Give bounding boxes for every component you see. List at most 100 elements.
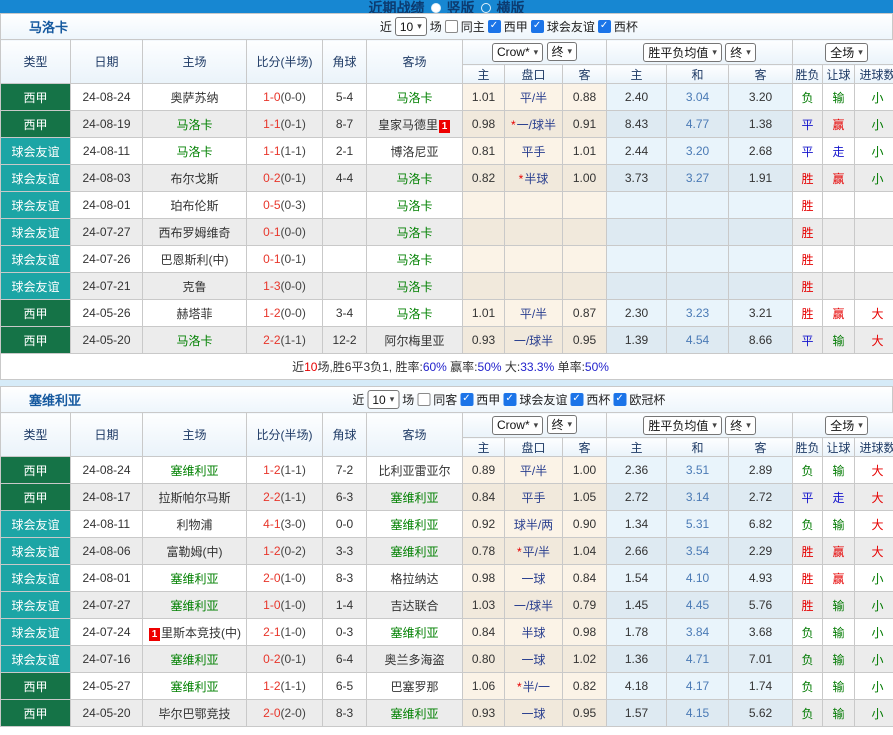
score-cell[interactable]: 1-1(0-1) xyxy=(247,111,323,138)
team-link[interactable]: 吉达联合 xyxy=(390,599,438,613)
team-link[interactable]: 马洛卡 xyxy=(176,145,212,159)
same-venue-checkbox[interactable] xyxy=(417,393,430,406)
team-link[interactable]: 皇家马德里 xyxy=(378,118,438,132)
layout-radio-vertical-icon[interactable] xyxy=(431,3,441,13)
team-link[interactable]: 塞维利亚 xyxy=(390,545,438,559)
team-link[interactable]: 塞维利亚 xyxy=(390,707,438,721)
team-link[interactable]: 马洛卡 xyxy=(176,118,212,132)
score-cell[interactable]: 0-5(0-3) xyxy=(247,192,323,219)
col-header-avg-home: 主 xyxy=(607,438,667,457)
league-checkbox[interactable] xyxy=(488,20,501,33)
team-link[interactable]: 赫塔菲 xyxy=(176,307,212,321)
score-cell[interactable]: 1-2(1-1) xyxy=(247,673,323,700)
score-cell[interactable]: 2-2(1-1) xyxy=(247,484,323,511)
score-cell[interactable]: 1-2(1-1) xyxy=(247,457,323,484)
team-link[interactable]: 巴塞罗那 xyxy=(390,680,438,694)
team-link[interactable]: 西布罗姆维奇 xyxy=(158,226,230,240)
team-link[interactable]: 博洛尼亚 xyxy=(390,145,438,159)
score-cell[interactable]: 1-0(1-0) xyxy=(247,592,323,619)
score-cell[interactable]: 1-1(1-1) xyxy=(247,138,323,165)
vertical-layout-label[interactable]: 竖版 xyxy=(447,0,475,13)
avg-odds-select[interactable]: 胜平负均值▾ xyxy=(643,43,722,62)
team-link[interactable]: 里斯本竞技(中) xyxy=(161,626,241,640)
team-link[interactable]: 塞维利亚 xyxy=(390,491,438,505)
score-cell[interactable]: 1-2(0-0) xyxy=(247,300,323,327)
team-link[interactable]: 克鲁 xyxy=(182,280,206,294)
away-odds-cell: 0.88 xyxy=(563,84,607,111)
avg-odds-select[interactable]: 胜平负均值▾ xyxy=(643,416,722,435)
handicap-value: 平手 xyxy=(521,491,545,505)
team-link[interactable]: 马洛卡 xyxy=(396,253,432,267)
league-checkbox[interactable] xyxy=(613,393,626,406)
score-cell[interactable]: 1-0(0-0) xyxy=(247,84,323,111)
score-cell[interactable]: 2-0(2-0) xyxy=(247,700,323,727)
team-link[interactable]: 巴恩斯利(中) xyxy=(161,253,229,267)
team-link[interactable]: 马洛卡 xyxy=(396,91,432,105)
topbar-title[interactable]: 近期战绩 xyxy=(369,0,425,13)
result-cell: 平 xyxy=(793,138,823,165)
league-checkbox[interactable] xyxy=(598,20,611,33)
avg-away-cell: 8.66 xyxy=(729,327,793,354)
team-link[interactable]: 塞维利亚 xyxy=(170,680,218,694)
team-link[interactable]: 奥兰多海盗 xyxy=(384,653,444,667)
team-link[interactable]: 格拉纳达 xyxy=(390,572,438,586)
score-cell[interactable]: 2-1(1-0) xyxy=(247,619,323,646)
team-link[interactable]: 塞维利亚 xyxy=(170,464,218,478)
odds-final-select[interactable]: 终▾ xyxy=(547,42,578,61)
team-link[interactable]: 塞维利亚 xyxy=(390,518,438,532)
fulltime-score: 2-0 xyxy=(263,706,280,720)
layout-radio-horizontal-icon[interactable] xyxy=(481,3,491,13)
team-link[interactable]: 马洛卡 xyxy=(396,172,432,186)
scope-select[interactable]: 全场▾ xyxy=(825,43,868,62)
result-cell: 胜 xyxy=(793,192,823,219)
odds-source-select[interactable]: Crow*▾ xyxy=(492,416,543,435)
team-section-sevilla: 塞维利亚 近 10 ▾ 场 同客 西甲球会友谊西杯欧冠杯 xyxy=(0,386,893,727)
league-checkbox[interactable] xyxy=(503,393,516,406)
result-value: 负 xyxy=(802,626,814,640)
score-cell[interactable]: 2-0(1-0) xyxy=(247,565,323,592)
team-link[interactable]: 塞维利亚 xyxy=(170,599,218,613)
team-link[interactable]: 马洛卡 xyxy=(176,334,212,348)
score-cell[interactable]: 0-2(0-1) xyxy=(247,165,323,192)
handicap-result-value: 走 xyxy=(833,145,845,159)
avg-final-select[interactable]: 终▾ xyxy=(725,416,756,435)
team-link[interactable]: 奥萨苏纳 xyxy=(170,91,218,105)
score-cell[interactable]: 4-1(3-0) xyxy=(247,511,323,538)
team-link[interactable]: 塞维利亚 xyxy=(170,653,218,667)
team-link[interactable]: 富勒姆(中) xyxy=(167,545,223,559)
match-count-select[interactable]: 10 ▾ xyxy=(367,390,399,409)
match-type-cell: 西甲 xyxy=(1,111,71,138)
score-cell[interactable]: 0-2(0-1) xyxy=(247,646,323,673)
team-link[interactable]: 马洛卡 xyxy=(396,280,432,294)
team-link[interactable]: 比利亚雷亚尔 xyxy=(378,464,450,478)
odds-source-select[interactable]: Crow*▾ xyxy=(492,43,543,62)
avg-final-select[interactable]: 终▾ xyxy=(725,43,756,62)
team-link[interactable]: 塞维利亚 xyxy=(170,572,218,586)
team-link[interactable]: 利物浦 xyxy=(176,518,212,532)
same-venue-checkbox[interactable] xyxy=(445,20,458,33)
score-cell[interactable]: 0-1(0-1) xyxy=(247,246,323,273)
team-link[interactable]: 拉斯帕尔马斯 xyxy=(158,491,230,505)
team-link[interactable]: 珀布伦斯 xyxy=(170,199,218,213)
league-checkbox[interactable] xyxy=(531,20,544,33)
score-cell[interactable]: 0-1(0-0) xyxy=(247,219,323,246)
team-link[interactable]: 布尔戈斯 xyxy=(170,172,218,186)
score-cell[interactable]: 1-2(0-2) xyxy=(247,538,323,565)
team-link[interactable]: 马洛卡 xyxy=(396,199,432,213)
league-checkbox[interactable] xyxy=(570,393,583,406)
result-value: 胜 xyxy=(802,545,814,559)
team-link[interactable]: 阿尔梅里亚 xyxy=(384,334,444,348)
handicap-value: 平/半 xyxy=(520,307,547,321)
team-link[interactable]: 毕尔巴鄂竞技 xyxy=(158,707,230,721)
score-cell[interactable]: 1-3(0-0) xyxy=(247,273,323,300)
scope-select[interactable]: 全场▾ xyxy=(825,416,868,435)
odds-final-select[interactable]: 终▾ xyxy=(547,415,578,434)
team-link[interactable]: 马洛卡 xyxy=(396,226,432,240)
horizontal-layout-label[interactable]: 横版 xyxy=(497,0,525,13)
team-link[interactable]: 马洛卡 xyxy=(396,307,432,321)
league-checkbox[interactable] xyxy=(460,393,473,406)
match-count-select[interactable]: 10 ▾ xyxy=(395,17,427,36)
team-link[interactable]: 塞维利亚 xyxy=(390,626,438,640)
fulltime-score: 1-0 xyxy=(263,90,280,104)
score-cell[interactable]: 2-2(1-1) xyxy=(247,327,323,354)
